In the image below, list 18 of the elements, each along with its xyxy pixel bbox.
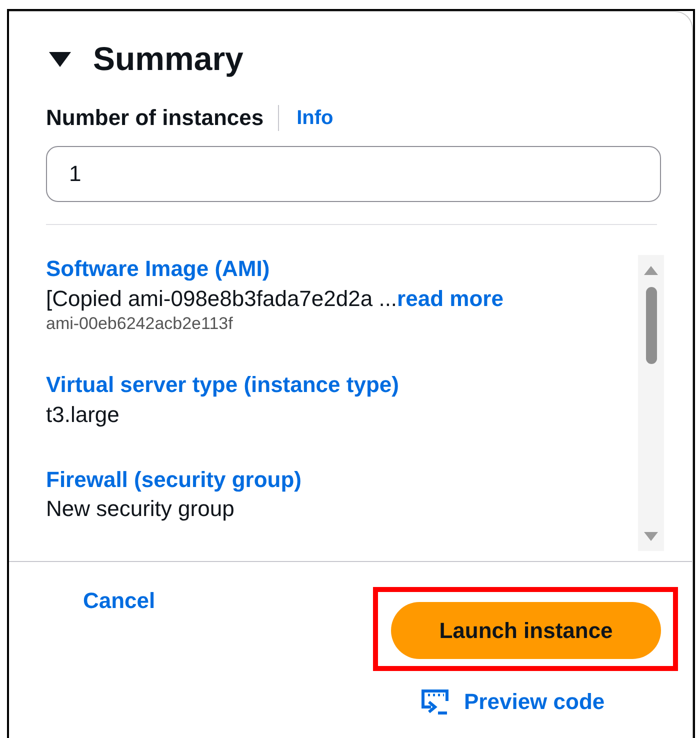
launch-instance-button[interactable]: Launch instance: [391, 602, 661, 659]
detail-heading: Firewall (security group): [46, 466, 302, 494]
detail-value: New security group: [46, 495, 236, 524]
read-more-link[interactable]: read more: [397, 286, 504, 311]
section-title: Summary: [93, 42, 244, 75]
preview-code-link[interactable]: Preview code: [420, 685, 605, 718]
detail-value: t3.large: [46, 400, 120, 429]
info-link[interactable]: Info: [296, 102, 334, 132]
cancel-button[interactable]: Cancel: [83, 584, 156, 617]
code-preview-icon: [420, 688, 450, 716]
collapse-icon[interactable]: [49, 50, 71, 68]
field-label: Number of instances: [46, 104, 264, 132]
number-input-field[interactable]: 1: [46, 146, 661, 202]
scrollbar[interactable]: [638, 255, 664, 551]
detail-id: ami-00eb6242acb2e113f: [46, 313, 234, 336]
detail-heading: Virtual server type (instance type): [46, 371, 400, 400]
detail-value: [Copied ami-098e8b3fada7e2d2a ...read more: [46, 284, 504, 313]
detail-heading: Software Image (AMI): [46, 255, 271, 283]
